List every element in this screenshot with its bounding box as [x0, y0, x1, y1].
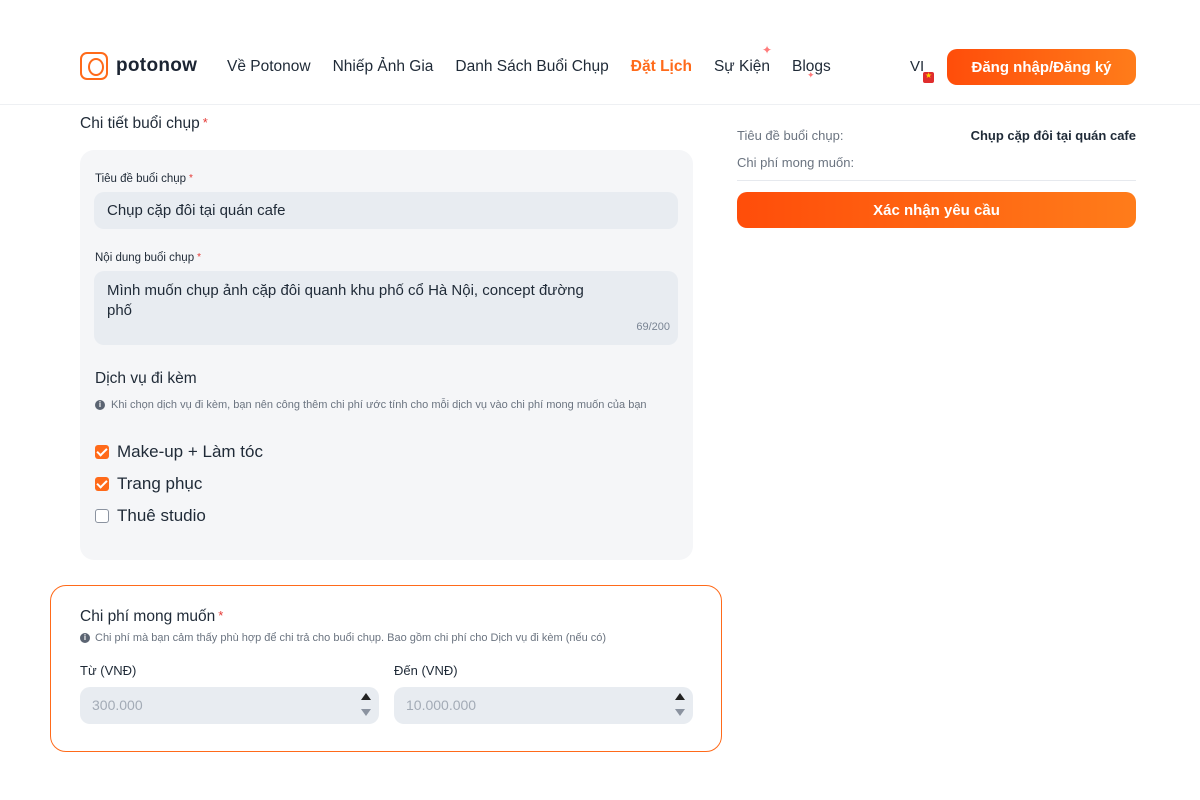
service-label: Thuê studio — [117, 506, 206, 525]
required-mark: * — [197, 252, 202, 263]
info-icon: i — [80, 633, 90, 644]
cost-to-placeholder: 10.000.000 — [406, 697, 477, 713]
brand-logo[interactable]: potonow — [80, 52, 197, 80]
sparkle-icon: ✦ — [807, 70, 815, 80]
checkbox-checked-icon[interactable] — [95, 477, 109, 491]
required-mark: * — [202, 115, 208, 130]
content-field-label-text: Nội dung buổi chụp — [95, 252, 195, 264]
services-hint: i Khi chọn dịch vụ đi kèm, bạn nên công … — [95, 398, 655, 412]
decrement-arrow-icon[interactable] — [675, 709, 685, 716]
shoot-details-heading-text: Chi tiết buổi chụp — [80, 115, 200, 132]
expected-cost-hint-text: Chi phí mà bạn cảm thấy phù hợp để chi t… — [95, 632, 607, 644]
cost-from-placeholder: 300.000 — [92, 697, 143, 713]
info-icon: i — [95, 400, 105, 410]
character-counter: 69/200 — [636, 321, 670, 333]
expected-cost-hint: i Chi phí mà bạn cảm thấy phù hợp để chi … — [80, 632, 606, 644]
language-switcher[interactable]: VI — [910, 58, 924, 75]
nav-item-events[interactable]: Sự Kiện — [714, 58, 770, 76]
increment-arrow-icon[interactable] — [675, 693, 685, 700]
service-makeup-checkbox[interactable]: Make-up + Làm tóc — [95, 442, 263, 462]
service-costume-checkbox[interactable]: Trang phục — [95, 474, 202, 494]
sparkle-icon: ✦ — [762, 43, 773, 57]
shoot-content-textarea[interactable]: Mình muốn chụp ảnh cặp đôi quanh khu phố… — [94, 271, 678, 345]
cost-to-stepper[interactable] — [675, 691, 687, 721]
nav-item-booking[interactable]: Đặt Lịch — [631, 58, 692, 76]
expected-cost-card: Chi phí mong muốn * i Chi phí mà bạn cảm t… — [50, 585, 722, 752]
checkbox-checked-icon[interactable] — [95, 445, 109, 459]
nav-item-about[interactable]: Về Potonow — [227, 58, 311, 76]
cost-from-input[interactable]: 300.000 — [80, 687, 379, 724]
cost-from-label: Từ (VNĐ) — [80, 663, 137, 678]
expected-cost-heading-text: Chi phí mong muốn — [80, 608, 216, 625]
checkbox-unchecked-icon[interactable] — [95, 509, 109, 523]
nav-item-shoot-list[interactable]: Danh Sách Buổi Chụp — [455, 58, 608, 76]
logo-icon — [80, 52, 108, 80]
confirm-request-button[interactable]: Xác nhận yêu cầu — [737, 192, 1136, 228]
expected-cost-heading: Chi phí mong muốn * — [80, 608, 223, 626]
shoot-details-heading: Chi tiết buổi chụp * — [80, 115, 208, 133]
content-field-label: Nội dung buổi chụp * — [95, 252, 201, 264]
required-mark: * — [189, 173, 193, 184]
title-field-label-text: Tiêu đề buổi chụp — [95, 173, 187, 185]
summary-cost-key: Chi phí mong muốn: — [737, 155, 855, 170]
top-header: potonow Về Potonow Nhiếp Ảnh Gia Danh Sá… — [0, 0, 1200, 105]
nav-item-photographers[interactable]: Nhiếp Ảnh Gia — [333, 58, 434, 76]
vietnam-flag-icon — [923, 71, 934, 83]
login-register-button[interactable]: Đăng nhập/Đăng ký — [947, 49, 1136, 85]
shoot-details-card: Tiêu đề buổi chụp* Nội dung buổi chụp* M… — [80, 150, 693, 560]
service-studio-checkbox[interactable]: Thuê studio — [95, 506, 206, 526]
services-hint-text: Khi chọn dịch vụ đi kèm, bạn nên công th… — [111, 399, 647, 411]
title-field-label: Tiêu đề buổi chụp * — [95, 173, 193, 185]
cost-from-stepper[interactable] — [361, 691, 373, 721]
summary-title-value: Chụp cặp đôi tại quán cafe — [970, 128, 1136, 143]
cost-to-input[interactable]: 10.000.000 — [394, 687, 693, 724]
shoot-content-text: Mình muốn chụp ảnh cặp đôi quanh khu phố… — [107, 282, 584, 319]
required-mark: * — [218, 608, 224, 623]
summary-title-row: Tiêu đề buổi chụp: Chụp cặp đôi tại quán… — [737, 128, 1136, 143]
summary-title-key: Tiêu đề buổi chụp: — [737, 128, 844, 143]
increment-arrow-icon[interactable] — [361, 693, 371, 700]
brand-name: potonow — [116, 55, 198, 76]
cost-to-label: Đến (VNĐ) — [394, 663, 458, 678]
shoot-title-input[interactable] — [94, 192, 678, 229]
service-label: Trang phục — [117, 474, 203, 493]
summary-cost-row: Chi phí mong muốn: — [737, 155, 1136, 170]
decrement-arrow-icon[interactable] — [361, 709, 371, 716]
service-label: Make-up + Làm tóc — [117, 442, 263, 461]
main-nav: Về Potonow Nhiếp Ảnh Gia Danh Sách Buổi … — [227, 58, 853, 76]
summary-divider — [737, 180, 1136, 181]
services-heading: Dịch vụ đi kèm — [95, 370, 197, 387]
